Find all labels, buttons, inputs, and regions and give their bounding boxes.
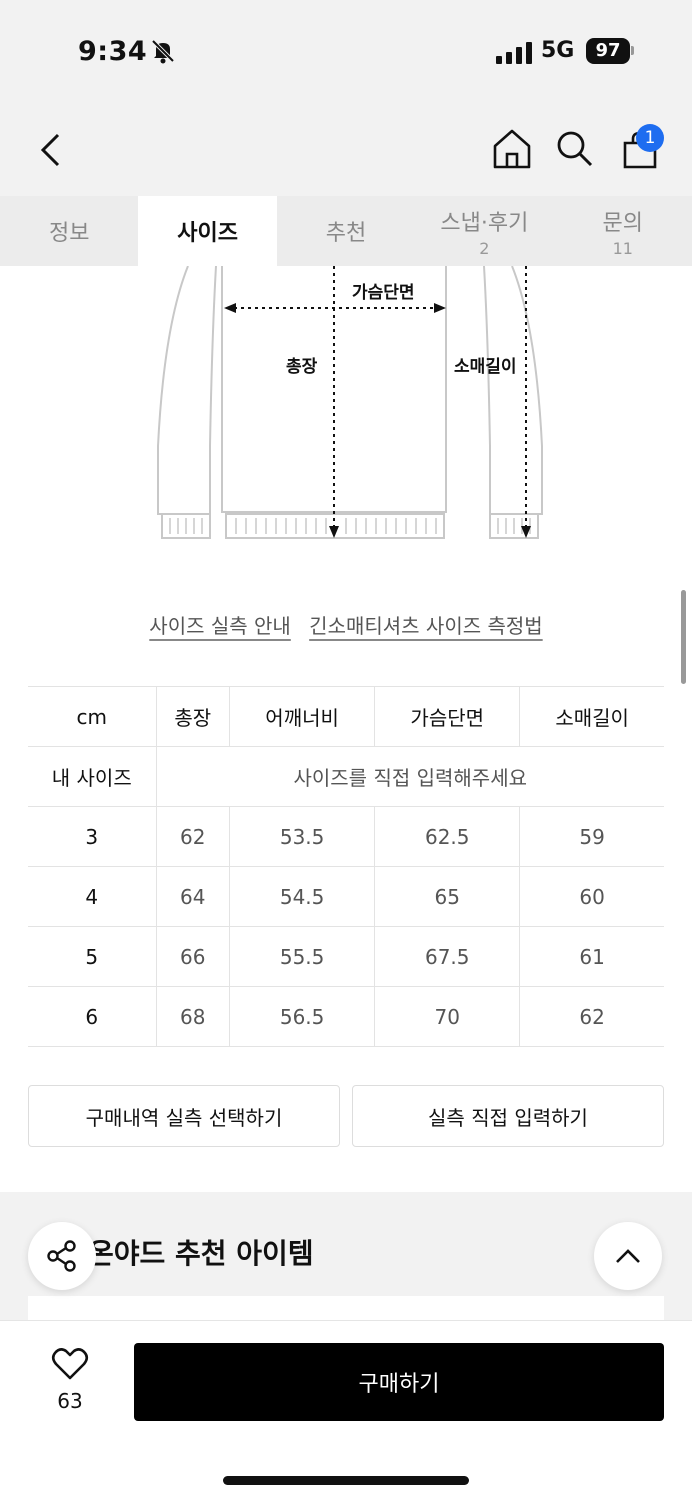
cart-badge: 1 [636, 124, 664, 152]
length-label: 총장 [286, 357, 318, 377]
top-navigation [0, 100, 692, 196]
sweatshirt-illustration [157, 265, 543, 539]
size-cell: 4 [28, 866, 156, 927]
tab-info[interactable]: 정보 [0, 196, 138, 266]
header-cell: 총장 [155, 686, 230, 747]
table-row: 5 66 55.5 67.5 61 [28, 926, 664, 987]
value-cell: 53.5 [229, 806, 375, 867]
value-cell: 62 [519, 986, 664, 1047]
battery-tip [631, 46, 634, 55]
tab-label: 문의 [602, 210, 643, 236]
tab-size[interactable]: 사이즈 [138, 196, 277, 266]
size-diagram: 가슴단면 총장 소매길이 [150, 265, 550, 556]
purchase-history-measure-button[interactable]: 구매내역 실측 선택하기 [28, 1085, 340, 1147]
table-row: 3 62 53.5 62.5 59 [28, 806, 664, 867]
home-icon[interactable] [492, 128, 532, 170]
recommend-section: 온야드 추천 아이템 [0, 1192, 692, 1326]
direct-measure-input-button[interactable]: 실측 직접 입력하기 [352, 1085, 664, 1147]
my-size-input-prompt[interactable]: 사이즈를 직접 입력해주세요 [155, 746, 664, 807]
value-cell: 54.5 [229, 866, 375, 927]
tab-bar: 정보 사이즈 추천 스냅·후기 2 문의 11 [0, 196, 692, 266]
recommend-title: 온야드 추천 아이템 [88, 1237, 314, 1270]
value-cell: 64 [155, 866, 230, 927]
scrollbar[interactable] [681, 590, 686, 684]
scroll-top-button[interactable] [594, 1222, 662, 1290]
search-icon[interactable] [556, 130, 594, 168]
tab-label: 추천 [325, 221, 367, 246]
value-cell: 68 [155, 986, 230, 1047]
tab-recommend[interactable]: 추천 [277, 196, 415, 266]
value-cell: 59 [519, 806, 664, 867]
size-guide-link[interactable]: 사이즈 실측 안내 [149, 614, 291, 638]
chevron-up-icon [616, 1249, 640, 1263]
header-cell: 소매길이 [519, 686, 664, 747]
value-cell: 65 [374, 866, 520, 927]
tab-label: 사이즈 [177, 221, 238, 246]
tab-inquiry[interactable]: 문의 11 [554, 196, 692, 266]
signal-icon [496, 42, 532, 64]
buy-button[interactable]: 구매하기 [134, 1343, 664, 1421]
tab-count: 11 [612, 238, 633, 258]
my-size-row[interactable]: 내 사이즈 사이즈를 직접 입력해주세요 [28, 746, 664, 807]
size-cell: 6 [28, 986, 156, 1047]
value-cell: 62 [155, 806, 230, 867]
sleeve-label: 소매길이 [454, 357, 517, 377]
back-icon[interactable] [38, 132, 62, 168]
status-time: 9:34 [78, 36, 148, 67]
share-button[interactable] [28, 1222, 96, 1290]
tab-label: 스냅·후기 [440, 210, 529, 236]
size-cell: 5 [28, 926, 156, 987]
bell-off-icon [151, 39, 175, 64]
size-table: cm 총장 어깨너비 가슴단면 소매길이 내 사이즈 사이즈를 직접 입력해주세… [28, 686, 664, 1047]
value-cell: 67.5 [374, 926, 520, 987]
header-cell: cm [28, 686, 156, 747]
value-cell: 70 [374, 986, 520, 1047]
like-button[interactable]: 63 [44, 1347, 96, 1413]
heart-icon [51, 1348, 89, 1380]
measure-method-link[interactable]: 긴소매티셔츠 사이즈 측정법 [309, 614, 543, 638]
size-cell: 3 [28, 806, 156, 867]
battery-icon: 97 [586, 38, 630, 64]
table-header-row: cm 총장 어깨너비 가슴단면 소매길이 [28, 686, 664, 747]
my-size-label: 내 사이즈 [28, 746, 156, 807]
tab-count: 2 [479, 238, 490, 258]
chest-label: 가슴단면 [352, 283, 415, 303]
value-cell: 55.5 [229, 926, 375, 987]
like-count: 63 [57, 1389, 83, 1413]
table-row: 6 68 56.5 70 62 [28, 986, 664, 1047]
status-bar: 9:34 5G 97 [0, 0, 692, 100]
value-cell: 60 [519, 866, 664, 927]
bottom-purchase-bar: 63 구매하기 [0, 1320, 692, 1500]
share-icon [47, 1240, 76, 1272]
header-cell: 가슴단면 [374, 686, 520, 747]
network-type: 5G [541, 38, 575, 63]
value-cell: 61 [519, 926, 664, 987]
table-row: 4 64 54.5 65 60 [28, 866, 664, 927]
value-cell: 66 [155, 926, 230, 987]
header-cell: 어깨너비 [229, 686, 375, 747]
measurement-links: 사이즈 실측 안내 긴소매티셔츠 사이즈 측정법 [0, 610, 692, 639]
home-indicator [223, 1476, 469, 1485]
value-cell: 62.5 [374, 806, 520, 867]
measurement-buttons: 구매내역 실측 선택하기 실측 직접 입력하기 [28, 1085, 664, 1147]
tab-snap-review[interactable]: 스냅·후기 2 [415, 196, 553, 266]
tab-label: 정보 [48, 221, 90, 246]
value-cell: 56.5 [229, 986, 375, 1047]
